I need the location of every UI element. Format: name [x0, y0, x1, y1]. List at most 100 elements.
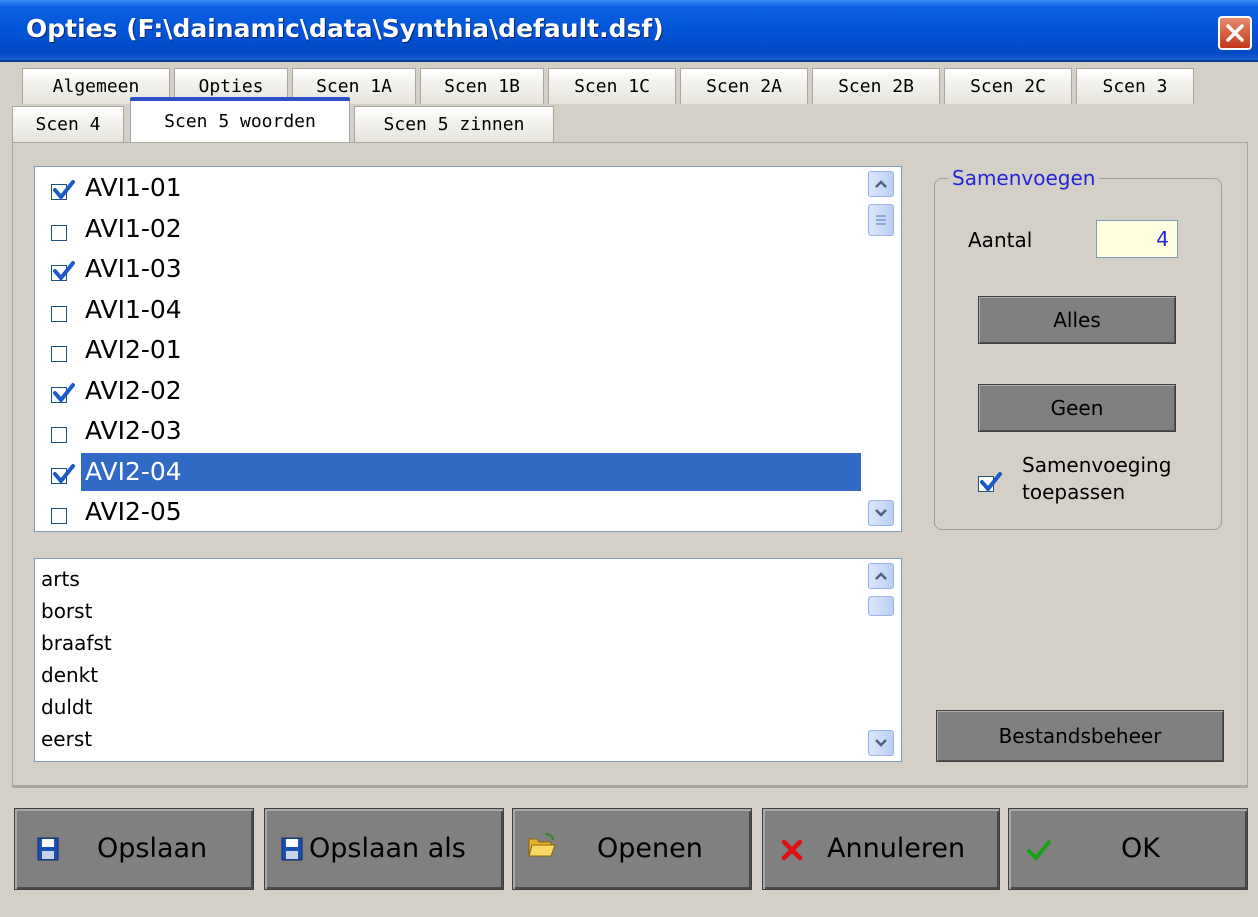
tab-label: Scen 2A: [706, 76, 782, 97]
scroll-up-button[interactable]: [868, 563, 894, 589]
geen-button[interactable]: Geen: [978, 384, 1176, 432]
checklist-item-label: AVI2-05: [85, 497, 182, 526]
checklist-scrollbar[interactable]: [864, 168, 900, 530]
checkbox[interactable]: [51, 224, 67, 241]
checkmark-icon: [980, 472, 1002, 493]
avi-checklist[interactable]: AVI1-01 AVI1-02 AVI1-03 AVI1-04 AVI2-01 AVI2-…: [34, 166, 902, 532]
scroll-up-icon: [875, 180, 887, 188]
tab-label: Scen 1A: [316, 76, 392, 97]
checklist-item-label: AVI2-01: [85, 335, 182, 364]
scroll-down-button[interactable]: [868, 500, 894, 526]
bestandsbeheer-button[interactable]: Bestandsbeheer: [936, 710, 1224, 762]
tab-label: Scen 2C: [970, 76, 1046, 97]
checklist-item[interactable]: AVI1-02: [51, 210, 861, 248]
red-x-icon: [781, 839, 803, 861]
checkbox[interactable]: [51, 180, 75, 201]
checklist-item-label: AVI2-04: [81, 452, 861, 491]
separator: [12, 786, 1248, 788]
tab-label: Scen 4: [35, 114, 101, 135]
annuleren-label: Annuleren: [827, 833, 966, 864]
checkbox[interactable]: [51, 427, 67, 443]
ok-button[interactable]: OK: [1008, 808, 1248, 890]
samenvoeging-checkbox[interactable]: [978, 472, 1002, 493]
word-item[interactable]: borst: [41, 599, 92, 623]
tab-label: Scen 1B: [444, 76, 520, 97]
checklist-item-label: AVI1-01: [85, 173, 182, 202]
checklist-item-label: AVI1-02: [85, 213, 182, 243]
checklist-item[interactable]: AVI2-04: [51, 452, 861, 491]
tab-scen-5-woorden[interactable]: Scen 5 woorden: [130, 97, 350, 142]
annuleren-button[interactable]: Annuleren: [762, 808, 1000, 890]
openen-button[interactable]: Openen: [512, 808, 752, 890]
checkbox[interactable]: [51, 508, 67, 524]
checklist-item-label: AVI1-03: [85, 254, 182, 283]
checklist-item-label: AVI1-04: [85, 294, 182, 324]
tab-scen-2c[interactable]: Scen 2C: [944, 68, 1072, 104]
tab-label: Scen 2B: [838, 76, 914, 97]
checklist-item[interactable]: AVI2-01: [51, 331, 861, 369]
samenvoeging-label-line1: Samenvoeging: [1022, 453, 1172, 477]
tab-label: Scen 5 zinnen: [383, 114, 525, 135]
checkbox[interactable]: [51, 346, 67, 362]
openen-label: Openen: [597, 833, 703, 864]
scroll-thumb[interactable]: [868, 204, 894, 236]
opslaan-label: Opslaan: [97, 833, 208, 864]
scroll-down-icon: [875, 739, 887, 747]
tab-scen-4[interactable]: Scen 4: [12, 106, 124, 142]
checkmark-icon: [53, 463, 75, 484]
floppy-disk-icon: [281, 837, 303, 861]
checklist-item[interactable]: AVI1-01: [51, 169, 861, 207]
checkmark-icon: [53, 382, 75, 403]
checklist-item-label: AVI2-02: [85, 375, 182, 405]
aantal-label: Aantal: [968, 228, 1033, 252]
word-item[interactable]: duldt: [41, 695, 92, 719]
tab-scen-5-zinnen[interactable]: Scen 5 zinnen: [354, 106, 554, 142]
checklist-item-label: AVI2-03: [85, 416, 182, 445]
scroll-down-icon: [875, 509, 887, 517]
title-bar: Opties (F:\dainamic\data\Synthia\default…: [0, 0, 1258, 62]
samenvoegen-legend: Samenvoegen: [948, 166, 1100, 190]
word-item[interactable]: denkt: [41, 663, 98, 687]
floppy-disk-icon: [37, 837, 59, 861]
wordlist-scrollbar[interactable]: [864, 560, 900, 760]
word-item[interactable]: eerst: [41, 727, 92, 751]
tab-strip: Algemeen Opties Scen 1A Scen 1B Scen 1C …: [12, 62, 1258, 146]
checkbox[interactable]: [51, 463, 75, 484]
checklist-item[interactable]: AVI1-03: [51, 250, 861, 288]
word-item[interactable]: arts: [41, 567, 80, 591]
checklist-item[interactable]: AVI2-02: [51, 372, 861, 410]
green-check-icon: [1027, 840, 1051, 861]
tab-label: Opties: [198, 76, 264, 97]
checkbox[interactable]: [51, 261, 75, 282]
scroll-down-button[interactable]: [868, 730, 894, 756]
alles-button[interactable]: Alles: [978, 296, 1176, 344]
word-item[interactable]: braafst: [41, 631, 112, 655]
ok-label: OK: [1121, 833, 1160, 864]
checklist-item[interactable]: AVI2-05: [51, 493, 861, 531]
checkbox[interactable]: [51, 305, 67, 322]
opslaan-als-label: Opslaan als: [309, 833, 466, 864]
checklist-item[interactable]: AVI2-03: [51, 412, 861, 450]
samenvoeging-label-line2: toepassen: [1022, 480, 1126, 504]
scroll-thumb[interactable]: [868, 596, 894, 616]
tab-scen-1b[interactable]: Scen 1B: [420, 68, 544, 104]
tab-label: Scen 1C: [574, 76, 650, 97]
close-button[interactable]: [1218, 16, 1252, 50]
opslaan-button[interactable]: Opslaan: [14, 808, 254, 890]
opslaan-als-button[interactable]: Opslaan als: [264, 808, 504, 890]
folder-open-icon: [528, 833, 556, 857]
checkbox[interactable]: [51, 382, 75, 403]
aantal-input[interactable]: 4: [1096, 220, 1178, 258]
checkmark-icon: [53, 261, 75, 282]
scroll-up-icon: [875, 572, 887, 580]
tab-label: Scen 3: [1102, 76, 1168, 97]
checklist-item[interactable]: AVI1-04: [51, 291, 861, 329]
word-list[interactable]: arts borst braafst denkt duldt eerst: [34, 558, 902, 762]
checkmark-icon: [53, 180, 75, 201]
tab-scen-1c[interactable]: Scen 1C: [548, 68, 676, 104]
tab-label: Scen 5 woorden: [164, 111, 316, 132]
scroll-up-button[interactable]: [868, 171, 894, 197]
tab-scen-2a[interactable]: Scen 2A: [680, 68, 808, 104]
tab-scen-2b[interactable]: Scen 2B: [812, 68, 940, 104]
tab-scen-3[interactable]: Scen 3: [1076, 68, 1194, 104]
